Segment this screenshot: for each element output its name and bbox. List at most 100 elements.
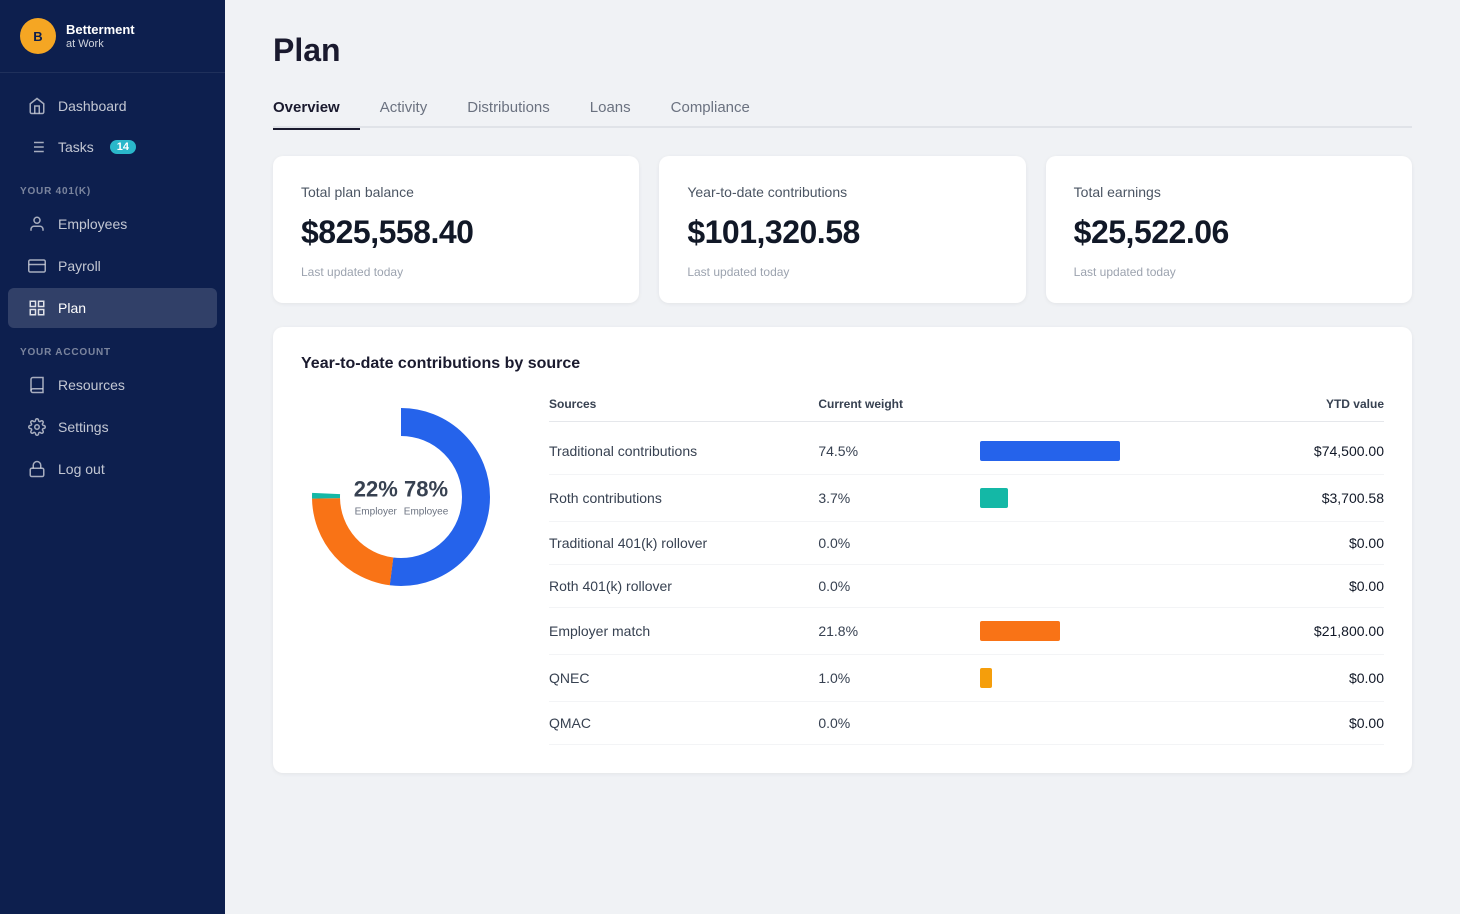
employee-pct: 78%: [404, 477, 448, 503]
source-ytd: $3,700.58: [1249, 490, 1384, 506]
dashboard-label: Dashboard: [58, 98, 127, 114]
ytd-value: $101,320.58: [687, 214, 997, 251]
home-icon: [28, 97, 46, 115]
table-row: Roth 401(k) rollover 0.0% $0.00: [549, 565, 1384, 608]
col-ytd: YTD value: [1249, 397, 1384, 411]
resources-label: Resources: [58, 377, 125, 393]
main-content: Plan Overview Activity Distributions Loa…: [225, 0, 1460, 914]
lock-icon: [28, 460, 46, 478]
employees-label: Employees: [58, 216, 127, 232]
donut-chart: 22% Employer 78% Employee: [301, 397, 501, 597]
content-area: Plan Overview Activity Distributions Loa…: [225, 0, 1460, 914]
tasks-icon: [28, 138, 46, 156]
sidebar-item-tasks[interactable]: Tasks 14: [8, 127, 217, 167]
bar: [980, 621, 1060, 641]
bar-container: [980, 488, 1249, 508]
sidebar-item-logout[interactable]: Log out: [8, 449, 217, 489]
source-name: QNEC: [549, 670, 818, 686]
employee-label: Employee: [404, 507, 448, 518]
plan-label: Plan: [58, 300, 86, 316]
grid-icon: [28, 299, 46, 317]
source-weight: 1.0%: [818, 670, 980, 686]
col-sources: Sources: [549, 397, 818, 411]
bar: [980, 668, 992, 688]
sidebar-item-payroll[interactable]: Payroll: [8, 246, 217, 286]
table-row: QMAC 0.0% $0.00: [549, 702, 1384, 745]
person-icon: [28, 215, 46, 233]
balance-footer: Last updated today: [301, 265, 611, 279]
ytd-footer: Last updated today: [687, 265, 997, 279]
section-account-label: YOUR ACCOUNT: [0, 329, 225, 364]
col-weight: Current weight: [818, 397, 980, 411]
logo-icon: B: [20, 18, 56, 54]
app-subname: at Work: [66, 38, 135, 50]
employer-pct: 22%: [354, 477, 398, 503]
app-name: Betterment: [66, 22, 135, 39]
source-ytd: $0.00: [1249, 535, 1384, 551]
source-weight: 3.7%: [818, 490, 980, 506]
stat-card-earnings: Total earnings $25,522.06 Last updated t…: [1046, 156, 1412, 303]
bar: [980, 441, 1120, 461]
balance-value: $825,558.40: [301, 214, 611, 251]
chart-content: 22% Employer 78% Employee Sources Curren…: [301, 397, 1384, 745]
employer-label: Employer: [355, 507, 397, 518]
stat-card-balance: Total plan balance $825,558.40 Last upda…: [273, 156, 639, 303]
donut-center: 22% Employer 78% Employee: [354, 477, 449, 518]
source-name: Employer match: [549, 623, 818, 639]
source-name: QMAC: [549, 715, 818, 731]
sidebar-item-plan[interactable]: Plan: [8, 288, 217, 328]
source-ytd: $0.00: [1249, 578, 1384, 594]
tab-compliance[interactable]: Compliance: [651, 89, 770, 128]
contributions-title: Year-to-date contributions by source: [301, 355, 1384, 373]
ytd-label: Year-to-date contributions: [687, 184, 997, 200]
tab-distributions[interactable]: Distributions: [447, 89, 570, 128]
contributions-section: Year-to-date contributions by source: [273, 327, 1412, 773]
source-ytd: $0.00: [1249, 715, 1384, 731]
svg-text:B: B: [33, 29, 42, 44]
source-weight: 21.8%: [818, 623, 980, 639]
bar-container: [980, 668, 1249, 688]
source-name: Traditional contributions: [549, 443, 818, 459]
settings-label: Settings: [58, 419, 109, 435]
source-ytd: $21,800.00: [1249, 623, 1384, 639]
table-row: Traditional contributions 74.5% $74,500.…: [549, 428, 1384, 475]
tab-activity[interactable]: Activity: [360, 89, 448, 128]
sidebar-item-resources[interactable]: Resources: [8, 365, 217, 405]
sidebar: B Betterment at Work Dashboard Tasks 14 …: [0, 0, 225, 914]
tab-overview[interactable]: Overview: [273, 89, 360, 128]
source-weight: 74.5%: [818, 443, 980, 459]
earnings-value: $25,522.06: [1074, 214, 1384, 251]
source-weight: 0.0%: [818, 578, 980, 594]
table-header: Sources Current weight YTD value: [549, 397, 1384, 422]
source-ytd: $74,500.00: [1249, 443, 1384, 459]
earnings-footer: Last updated today: [1074, 265, 1384, 279]
table-row: Roth contributions 3.7% $3,700.58: [549, 475, 1384, 522]
stat-cards: Total plan balance $825,558.40 Last upda…: [273, 156, 1412, 303]
contributions-table: Sources Current weight YTD value Traditi…: [549, 397, 1384, 745]
balance-label: Total plan balance: [301, 184, 611, 200]
table-row: Traditional 401(k) rollover 0.0% $0.00: [549, 522, 1384, 565]
source-name: Traditional 401(k) rollover: [549, 535, 818, 551]
table-row: Employer match 21.8% $21,800.00: [549, 608, 1384, 655]
payroll-label: Payroll: [58, 258, 101, 274]
tab-loans[interactable]: Loans: [570, 89, 651, 128]
sidebar-item-settings[interactable]: Settings: [8, 407, 217, 447]
bar-container: [980, 621, 1249, 641]
table-row: QNEC 1.0% $0.00: [549, 655, 1384, 702]
gear-icon: [28, 418, 46, 436]
sidebar-item-employees[interactable]: Employees: [8, 204, 217, 244]
tasks-badge: 14: [110, 140, 136, 154]
section-401k-label: YOUR 401(K): [0, 168, 225, 203]
card-icon: [28, 257, 46, 275]
sidebar-item-dashboard[interactable]: Dashboard: [8, 86, 217, 126]
source-ytd: $0.00: [1249, 670, 1384, 686]
stat-card-ytd: Year-to-date contributions $101,320.58 L…: [659, 156, 1025, 303]
tabs: Overview Activity Distributions Loans Co…: [273, 89, 1412, 128]
source-weight: 0.0%: [818, 715, 980, 731]
tasks-label: Tasks: [58, 139, 94, 155]
bar: [980, 488, 1008, 508]
earnings-label: Total earnings: [1074, 184, 1384, 200]
logout-label: Log out: [58, 461, 105, 477]
app-logo: B Betterment at Work: [0, 0, 225, 73]
bar-container: [980, 441, 1249, 461]
